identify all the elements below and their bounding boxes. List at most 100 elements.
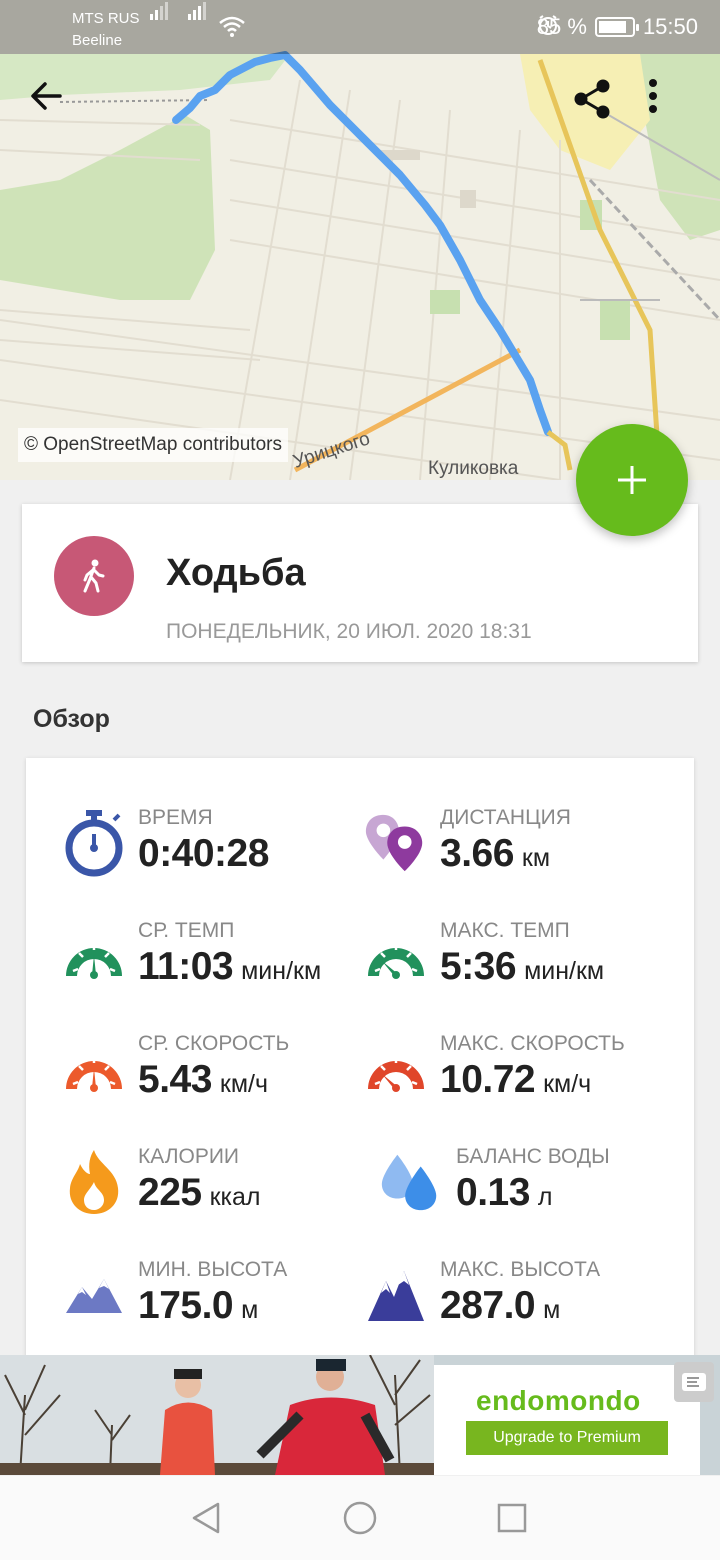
status-bar: MTS RUS Beeline 85 % 15:50 [0,0,720,54]
gauge-icon [362,919,430,993]
stats-card: ВРЕМЯ 0:40:28 ДИСТАНЦИЯ 3.66 км СР. ТЕМП 11:03… [26,758,694,1358]
plus-icon [618,466,646,494]
stat-мин-высота: МИН. ВЫСОТА 175.0 м [60,1258,380,1358]
map-tiles [0,51,720,480]
gauge-icon [60,919,128,993]
wifi-icon [219,16,245,37]
arrow-left-icon [31,82,62,110]
workout-header-card[interactable]: Ходьба ПОНЕДЕЛЬНИК, 20 ИЮЛ. 2020 18:31 [22,504,698,662]
stopwatch-icon [60,806,128,880]
stat-label: КАЛОРИИ [138,1145,240,1168]
sport-name: Ходьба [166,552,306,594]
ad-choices-icon [682,1373,706,1391]
carrier-2: Beeline [72,32,123,49]
share-icon [574,79,610,119]
gauge-icon [362,1032,430,1106]
triangle-back-icon [192,1502,220,1534]
location-pins-icon [362,806,430,880]
stat-value-line: 5.43 км/ч [138,1058,268,1102]
stat-unit: мин/км [524,957,605,985]
stat-ср-темп: СР. ТЕМП 11:03 мин/км [60,919,380,1019]
stat-label: ВРЕМЯ [138,806,213,829]
stat-value: 3.66 [440,832,514,875]
stat-баланс-воды: БАЛАНС ВОДЫ 0.13 л [362,1145,682,1245]
stat-unit: м [241,1296,259,1324]
carrier-1: MTS RUS [72,10,140,27]
stat-value-line: 11:03 мин/км [138,945,321,989]
ad-brand-panel[interactable]: endomondo Upgrade to Premium [434,1365,700,1475]
carrier-names: MTS RUS Beeline [72,8,140,52]
walking-icon [83,559,105,593]
upgrade-button[interactable]: Upgrade to Premium [466,1421,668,1455]
route-map[interactable]: Урицкого Куликовка © OpenStreetMap contr… [0,0,720,480]
stat-value-line: 175.0 м [138,1284,258,1328]
stat-value: 175.0 [138,1284,234,1327]
stat-макс-высота: МАКС. ВЫСОТА 287.0 м [362,1258,682,1358]
water-drops-icon [376,1145,444,1219]
stat-value: 11:03 [138,945,234,988]
battery-icon [594,17,639,37]
stat-value: 0:40:28 [138,832,269,875]
square-recents-icon [497,1503,527,1533]
alarm-icon [538,15,557,35]
stat-label: МАКС. ТЕМП [440,919,570,942]
nav-home-button[interactable] [338,1496,382,1540]
more-vert-icon [649,79,657,113]
stat-калории: КАЛОРИИ 225 ккал [60,1145,380,1245]
ad-banner[interactable]: endomondo Upgrade to Premium [0,1355,720,1475]
stat-value: 0.13 [456,1171,530,1214]
clock: 15:50 [642,14,698,39]
stat-label: МАКС. СКОРОСТЬ [440,1032,625,1055]
ad-logo: endomondo [476,1385,641,1416]
share-button[interactable] [572,78,628,134]
ad-close-button[interactable] [674,1362,714,1402]
stat-value-line: 10.72 км/ч [440,1058,591,1102]
stat-label: МИН. ВЫСОТА [138,1258,288,1281]
map-attribution[interactable]: © OpenStreetMap contributors [18,428,288,462]
stat-value-line: 225 ккал [138,1171,261,1215]
stat-value: 5:36 [440,945,517,988]
overview-title: Обзор [33,705,110,733]
nav-recents-button[interactable] [490,1496,534,1540]
back-button[interactable] [28,78,84,134]
stat-дистанция: ДИСТАНЦИЯ 3.66 км [362,806,682,906]
flame-icon [60,1145,128,1219]
stat-value: 5.43 [138,1058,212,1101]
system-nav-bar [0,1476,720,1560]
stat-макс-темп: МАКС. ТЕМП 5:36 мин/км [362,919,682,1019]
stat-label: БАЛАНС ВОДЫ [456,1145,610,1168]
stat-unit: км/ч [543,1070,592,1098]
stat-value-line: 287.0 м [440,1284,560,1328]
signal-icon [188,2,206,20]
stat-value-line: 5:36 мин/км [440,945,604,989]
stat-value-line: 0.13 л [456,1171,553,1215]
workout-date: ПОНЕДЕЛЬНИК, 20 ИЮЛ. 2020 18:31 [166,620,532,643]
stat-value-line: 0:40:28 [138,832,269,876]
more-options-button[interactable] [648,78,704,134]
nav-back-button[interactable] [184,1496,228,1540]
stat-время: ВРЕМЯ 0:40:28 [60,806,380,906]
signal-icon [150,2,168,20]
stat-value: 225 [138,1171,202,1214]
stat-label: СР. ТЕМП [138,919,235,942]
mountain-icon [362,1258,430,1332]
sport-badge [54,536,134,616]
mountain-icon [60,1258,128,1332]
ad-photo [0,1355,434,1475]
stat-label: МАКС. ВЫСОТА [440,1258,601,1281]
stat-ср-скорость: СР. СКОРОСТЬ 5.43 км/ч [60,1032,380,1132]
district-label: Куликовка [428,458,519,479]
stat-label: ДИСТАНЦИЯ [440,806,571,829]
stat-unit: км/ч [219,1070,269,1098]
stat-unit: л [537,1183,553,1211]
stat-value: 287.0 [440,1284,536,1327]
stat-unit: м [543,1296,561,1324]
stat-label: СР. СКОРОСТЬ [138,1032,290,1055]
stat-value: 10.72 [440,1058,536,1101]
stat-unit: ккал [209,1183,261,1211]
stat-value-line: 3.66 км [440,832,550,876]
stat-unit: км [521,844,551,872]
gauge-icon [60,1032,128,1106]
add-button[interactable] [576,424,688,536]
stat-макс-скорость: МАКС. СКОРОСТЬ 10.72 км/ч [362,1032,682,1132]
